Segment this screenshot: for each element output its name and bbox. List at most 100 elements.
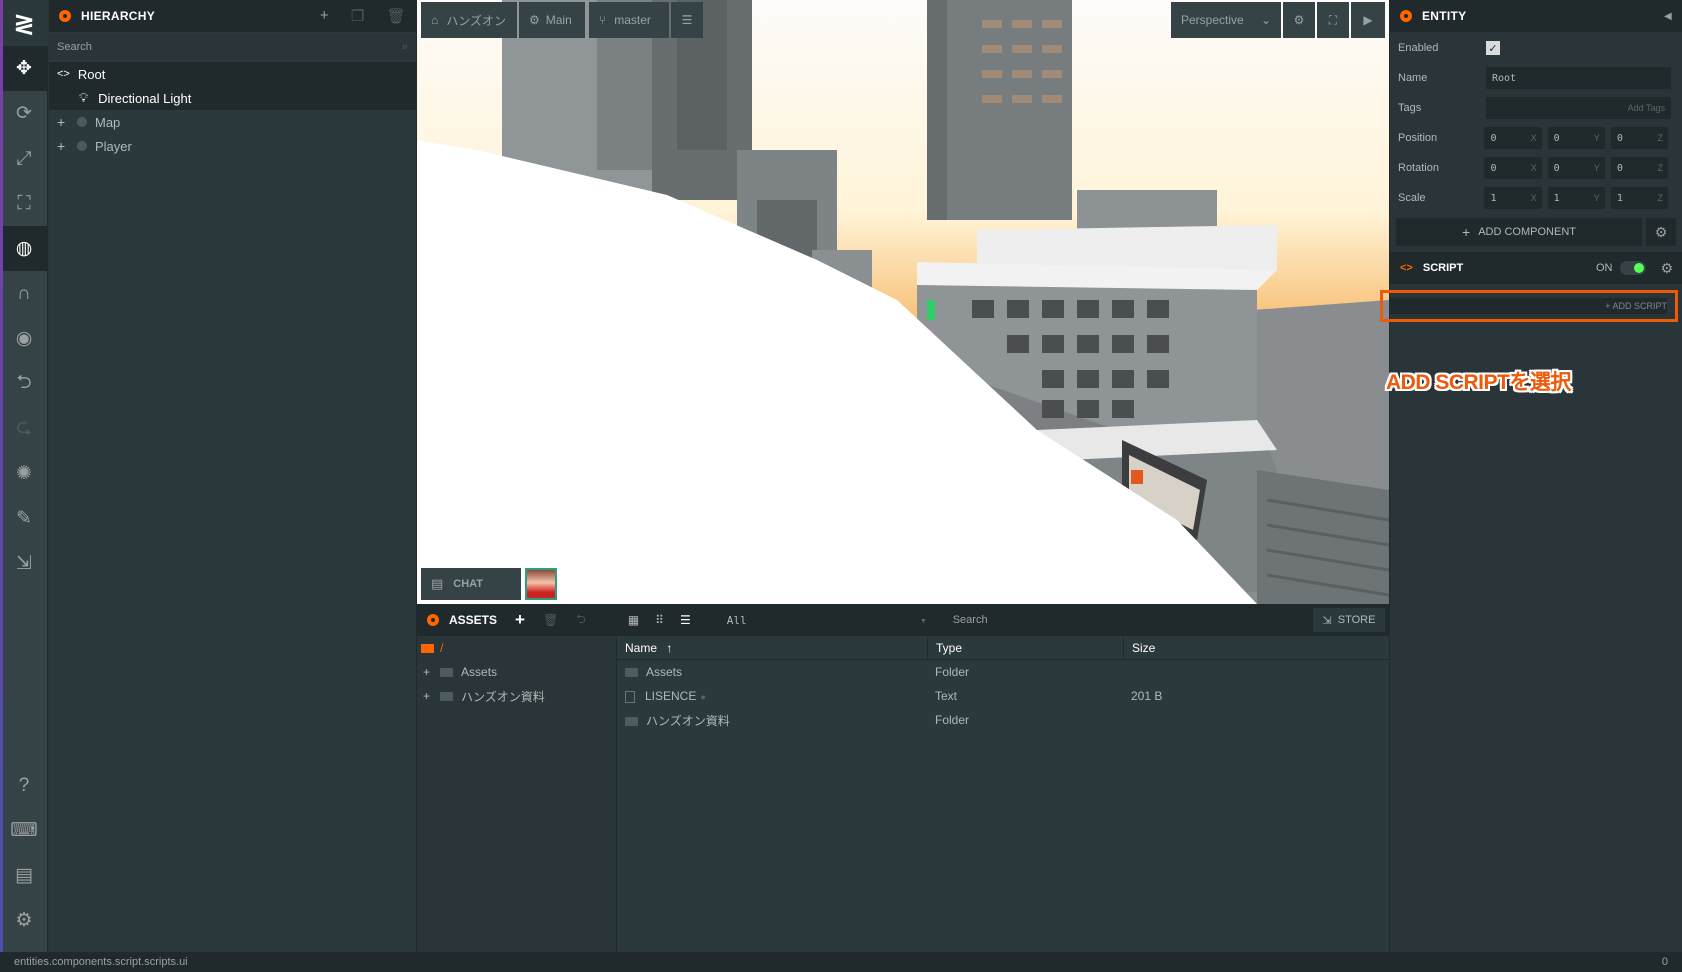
add-entity-icon[interactable]: + (320, 7, 329, 25)
position-z-field[interactable]: 0Z (1610, 127, 1668, 149)
rotate-tool-icon[interactable]: ⟳ (0, 91, 48, 136)
tree-item-player[interactable]: + Player (49, 134, 416, 158)
script-enabled-toggle[interactable] (1620, 261, 1647, 275)
details-view-icon[interactable]: ☰ (680, 613, 691, 627)
column-type[interactable]: Type (927, 635, 1123, 660)
collaborator-avatar[interactable] (525, 568, 557, 600)
enabled-checkbox[interactable]: ✓ (1486, 41, 1500, 55)
viewport-settings-icon[interactable]: ⚙ (1283, 2, 1315, 38)
rotation-y-field[interactable]: 0Y (1547, 157, 1605, 179)
publish-icon[interactable]: ⇲ (0, 541, 48, 586)
inspector-panel: ENTITY ◀ Enabled ✓ Name Root Tags Add Ta… (1380, 0, 1682, 952)
scale-y-field[interactable]: 1Y (1547, 187, 1605, 209)
vec-value: 0 (1490, 162, 1497, 174)
panel-collapse-icon[interactable] (427, 614, 439, 626)
translate-tool-icon[interactable]: ✥ (0, 46, 48, 91)
component-settings-gear-icon[interactable]: ⚙ (1646, 218, 1676, 246)
vec-value: 1 (1616, 192, 1623, 204)
panel-collapse-icon[interactable] (59, 10, 71, 22)
rotation-x-field[interactable]: 0X (1484, 157, 1542, 179)
tree-item-map[interactable]: + Map (49, 110, 416, 134)
snap-magnet-icon[interactable]: ∩ (0, 271, 48, 316)
undo-icon[interactable]: ⮌ (0, 361, 48, 406)
collapse-left-icon[interactable]: ◀ (1664, 11, 1672, 22)
expand-plus-icon[interactable]: + (57, 114, 65, 130)
chevron-down-icon: ▾ (920, 613, 927, 627)
rotation-z-field[interactable]: 0Z (1610, 157, 1668, 179)
asset-type: Text (935, 689, 958, 703)
scene-viewport[interactable]: ⌂ ハンズオン ⚙ Main ⑂ master ☰ Perspective ⌄ … (417, 0, 1389, 604)
add-asset-icon[interactable]: + (515, 610, 525, 630)
duplicate-entity-icon[interactable]: ❐ (351, 7, 365, 25)
add-script-label: + ADD SCRIPT (1605, 301, 1667, 311)
search-icon: ⌕ (401, 40, 408, 53)
store-button[interactable]: ⇲ STORE (1313, 608, 1385, 632)
playcanvas-logo-icon[interactable]: ≷ (0, 0, 48, 46)
panel-collapse-icon[interactable] (1400, 10, 1412, 22)
name-value: Root (1492, 72, 1517, 84)
column-size[interactable]: Size (1123, 635, 1199, 660)
scale-tool-icon[interactable]: ⤢ (0, 136, 48, 181)
hierarchy-title: HIERARCHY (81, 9, 156, 23)
settings-gear-icon[interactable]: ⚙ (0, 898, 48, 943)
scene-gear-icon: ⚙ (529, 13, 540, 27)
hierarchy-search-input[interactable]: Search ⌕ (49, 34, 416, 60)
scene-selector[interactable]: ⚙ Main (519, 2, 585, 38)
table-row[interactable]: ハンズオン資料 Folder (617, 708, 1389, 732)
world-space-icon[interactable]: ◍ (0, 226, 48, 271)
column-name[interactable]: Name ↑ (617, 641, 927, 655)
hierarchy-panel: HIERARCHY + ❐ 🗑︎ Search ⌕ <> Root 💡︎ Dir… (49, 0, 417, 952)
asset-filter-select[interactable]: All ▾ (716, 608, 937, 632)
code-editor-icon[interactable]: ✎ (0, 496, 48, 541)
store-label: STORE (1337, 614, 1376, 626)
help-icon[interactable]: ? (0, 763, 48, 808)
expand-plus-icon[interactable]: + (57, 138, 65, 154)
scale-x-field[interactable]: 1X (1484, 187, 1542, 209)
resize-tool-icon[interactable]: ⛶ (0, 181, 48, 226)
tree-item-root[interactable]: <> Root (49, 62, 416, 86)
position-y-field[interactable]: 0Y (1547, 127, 1605, 149)
fullscreen-icon[interactable]: ⛶ (1317, 2, 1349, 38)
asset-search-input[interactable]: Search (943, 608, 1173, 632)
tags-row: Tags Add Tags (1390, 93, 1682, 123)
name-row: Name Root (1390, 63, 1682, 93)
move-asset-icon[interactable]: ⮌ (576, 610, 586, 631)
name-field[interactable]: Root (1486, 67, 1671, 89)
grid-large-view-icon[interactable]: ▦ (628, 613, 639, 627)
tree-item-directional-light[interactable]: 💡︎ Directional Light (49, 86, 416, 110)
vec-value: 0 (1616, 132, 1623, 144)
unsaved-dot-icon: ● (700, 692, 706, 702)
grid-small-view-icon[interactable]: ⠿ (655, 613, 664, 627)
expand-plus-icon[interactable]: + (423, 689, 430, 703)
tags-placeholder: Add Tags (1627, 103, 1665, 113)
redo-icon[interactable]: ⮎ (0, 406, 48, 451)
status-count: 0 (1661, 956, 1668, 968)
table-row[interactable]: Assets Folder (617, 660, 1389, 684)
table-row[interactable]: LISENCE ● Text 201 B (617, 684, 1389, 708)
project-breadcrumb[interactable]: ⌂ ハンズオン (421, 2, 517, 38)
asset-table: Name ↑ Type Size Assets Folder LISENCE ● … (617, 635, 1389, 952)
asset-table-header: Name ↑ Type Size (617, 635, 1389, 660)
lightmap-bulb-icon[interactable]: ✺ (0, 451, 48, 496)
feedback-icon[interactable]: ▤ (0, 853, 48, 898)
scene-list-icon[interactable]: ☰ (671, 2, 703, 38)
add-component-button[interactable]: + ADD COMPONENT (1396, 218, 1642, 246)
tree-folder-handson[interactable]: + ハンズオン資料 (417, 684, 616, 708)
tags-input[interactable]: Add Tags (1486, 97, 1671, 119)
position-x-field[interactable]: 0X (1484, 127, 1542, 149)
delete-asset-icon[interactable]: 🗑︎ (543, 613, 558, 627)
root-entity-icon: <> (57, 68, 70, 80)
script-settings-gear-icon[interactable]: ⚙ (1660, 260, 1673, 277)
scale-z-field[interactable]: 1Z (1610, 187, 1668, 209)
camera-selector[interactable]: Perspective ⌄ (1171, 2, 1281, 38)
delete-entity-icon[interactable]: 🗑︎ (387, 7, 406, 25)
expand-plus-icon[interactable]: + (423, 665, 430, 679)
launch-play-icon[interactable]: ▶ (1351, 2, 1385, 38)
branch-selector[interactable]: ⑂ master (589, 2, 669, 38)
keyboard-shortcuts-icon[interactable]: ⌨ (0, 808, 48, 853)
chat-button[interactable]: ▤ CHAT (421, 568, 521, 600)
tree-folder-assets[interactable]: + Assets (417, 660, 616, 684)
tree-root-folder[interactable]: / (417, 636, 616, 660)
focus-eye-icon[interactable]: ◉ (0, 316, 48, 361)
scene-render (417, 0, 1389, 604)
